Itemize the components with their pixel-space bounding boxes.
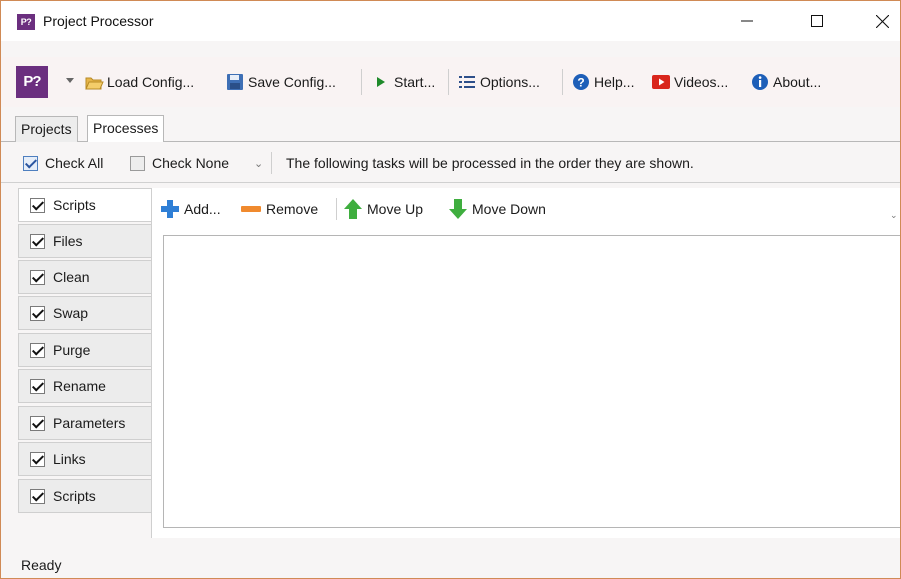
start-button[interactable]: Start... xyxy=(371,69,435,95)
task-item-files[interactable]: Files xyxy=(18,224,152,258)
help-label: Help... xyxy=(594,74,635,90)
task-item-purge[interactable]: Purge xyxy=(18,333,152,367)
app-logo-icon: P? xyxy=(17,14,35,30)
move-up-label: Move Up xyxy=(367,201,424,217)
check-none-checkbox[interactable] xyxy=(130,156,145,171)
videos-label: Videos... xyxy=(674,74,729,90)
task-checkbox[interactable] xyxy=(30,379,45,394)
minimize-button[interactable] xyxy=(724,1,770,41)
task-checkbox[interactable] xyxy=(30,416,45,431)
tab-projects[interactable]: Projects xyxy=(15,116,78,142)
check-all-label[interactable]: Check All xyxy=(45,155,103,171)
row-separator xyxy=(271,152,272,174)
folder-open-icon xyxy=(84,72,104,92)
task-label: Scripts xyxy=(53,488,96,504)
arrow-down-icon xyxy=(449,199,467,219)
svg-text:?: ? xyxy=(577,76,584,90)
videos-button[interactable]: Videos... xyxy=(651,69,728,95)
task-label: Files xyxy=(53,233,83,249)
check-none-label[interactable]: Check None xyxy=(152,155,229,171)
save-config-button[interactable]: Save Config... xyxy=(225,69,336,95)
move-down-button[interactable]: Move Down xyxy=(448,198,546,220)
app-window: P? Project Processor P? Load Config... S… xyxy=(0,0,901,579)
move-down-label: Move Down xyxy=(472,201,546,217)
overflow-grip-icon[interactable]: ⌄ xyxy=(254,157,263,170)
task-checkbox[interactable] xyxy=(30,270,45,285)
task-checkbox[interactable] xyxy=(30,343,45,358)
main-toolbar: P? Load Config... Save Config... Start..… xyxy=(1,57,900,107)
task-item-rename[interactable]: Rename xyxy=(18,369,152,403)
minimize-icon xyxy=(741,20,753,22)
list-icon xyxy=(457,72,477,92)
minus-icon xyxy=(241,206,261,212)
task-label: Clean xyxy=(53,269,90,285)
video-icon xyxy=(651,72,671,92)
panel-toolbar: Add... Remove Move Up Move Down ⌄ xyxy=(152,188,900,228)
arrow-up-icon xyxy=(344,199,362,219)
options-button[interactable]: Options... xyxy=(457,69,540,95)
help-button[interactable]: ? Help... xyxy=(571,69,634,95)
title-bar: P? Project Processor xyxy=(1,1,900,41)
add-label: Add... xyxy=(184,201,221,217)
order-info-text: The following tasks will be processed in… xyxy=(286,155,694,171)
tab-strip: Projects Processes xyxy=(1,108,900,142)
plus-icon xyxy=(161,200,179,218)
close-icon xyxy=(875,14,889,28)
task-checkbox[interactable] xyxy=(30,234,45,249)
task-item-scripts[interactable]: Scripts xyxy=(18,188,152,222)
task-checkbox[interactable] xyxy=(30,306,45,321)
task-label: Swap xyxy=(53,305,89,321)
check-all-checkbox[interactable] xyxy=(23,156,38,171)
task-checkbox[interactable] xyxy=(30,198,45,213)
maximize-icon xyxy=(811,15,823,27)
task-label: Rename xyxy=(53,378,106,394)
help-icon: ? xyxy=(571,72,591,92)
toolbar-separator xyxy=(448,69,449,95)
load-config-button[interactable]: Load Config... xyxy=(84,69,194,95)
app-menu-dropdown-icon[interactable] xyxy=(66,78,74,83)
options-label: Options... xyxy=(480,74,540,90)
task-label: Links xyxy=(53,451,86,467)
panel-toolbar-separator xyxy=(336,198,337,220)
remove-button[interactable]: Remove xyxy=(240,198,318,220)
app-menu-logo-icon[interactable]: P? xyxy=(16,66,48,98)
task-checkbox[interactable] xyxy=(30,489,45,504)
load-config-label: Load Config... xyxy=(107,74,195,90)
save-config-label: Save Config... xyxy=(248,74,336,90)
task-label: Purge xyxy=(53,342,91,358)
toolbar-separator xyxy=(562,69,563,95)
about-label: About... xyxy=(773,74,822,90)
task-item-scripts-2[interactable]: Scripts xyxy=(18,479,152,513)
status-bar: Ready xyxy=(1,551,900,578)
panel-overflow-grip-icon[interactable]: ⌄ xyxy=(890,210,898,221)
maximize-button[interactable] xyxy=(794,1,840,41)
move-up-button[interactable]: Move Up xyxy=(343,198,423,220)
floppy-disk-icon xyxy=(225,72,245,92)
info-icon xyxy=(750,72,770,92)
toolbar-separator xyxy=(361,69,362,95)
task-label: Parameters xyxy=(53,415,126,431)
check-row: Check All Check None ⌄ The following tas… xyxy=(1,143,900,183)
play-icon xyxy=(371,72,391,92)
close-button[interactable] xyxy=(859,1,900,41)
about-button[interactable]: About... xyxy=(750,69,821,95)
tab-processes[interactable]: Processes xyxy=(87,115,165,142)
remove-label: Remove xyxy=(266,201,319,217)
task-list: Scripts Files Clean Swap Purge Rename Pa… xyxy=(18,188,152,518)
start-label: Start... xyxy=(394,74,436,90)
scripts-panel: Add... Remove Move Up Move Down ⌄ xyxy=(151,188,900,538)
task-item-links[interactable]: Links xyxy=(18,442,152,476)
status-text: Ready xyxy=(21,557,62,573)
add-button[interactable]: Add... xyxy=(160,198,221,220)
task-item-clean[interactable]: Clean xyxy=(18,260,152,294)
task-label: Scripts xyxy=(53,197,96,213)
task-item-swap[interactable]: Swap xyxy=(18,296,152,330)
window-title: Project Processor xyxy=(43,13,154,29)
scripts-list[interactable] xyxy=(163,235,900,528)
task-checkbox[interactable] xyxy=(30,452,45,467)
task-item-parameters[interactable]: Parameters xyxy=(18,406,152,440)
